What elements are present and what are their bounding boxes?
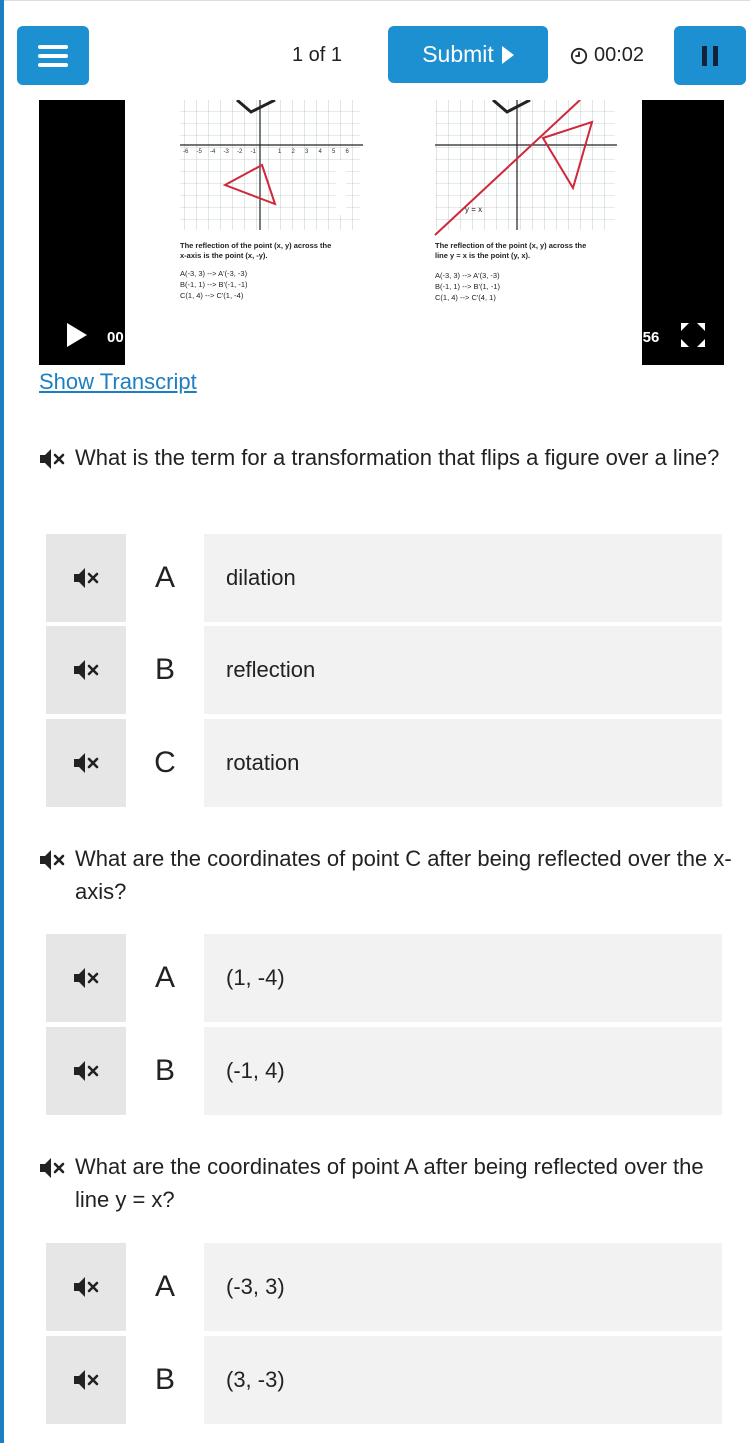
question-audio-button[interactable] [38,849,66,871]
axis-tick-label: -1 [251,149,257,155]
choice-answer-text: (-1, 4) [226,1058,285,1083]
question-text: What are the coordinates of point A afte… [75,1154,704,1212]
choice-letter: A [126,1243,204,1331]
right-caption-2: line y = x is the point (y, x). [435,251,530,260]
answer-choice[interactable]: Breflection [46,626,722,714]
page-count: 1 of 1 [292,44,343,66]
right-rule-1: A(-3, 3) --> A'(3, -3) [435,271,500,280]
answer-choice[interactable]: B (-1, 4) [46,1027,722,1115]
mute-icon [40,850,65,870]
mute-icon [40,449,65,469]
play-arrow-icon [501,45,514,64]
question-prompt: What are the coordinates of point C afte… [38,842,738,908]
answer-choice[interactable]: Crotation [46,719,722,807]
menu-button[interactable] [17,26,89,85]
question-prompt: What are the coordinates of point A afte… [38,1150,738,1216]
question-prompt: What is the term for a transformation th… [38,441,738,474]
choice-audio-button[interactable] [46,626,126,714]
choice-audio-button[interactable] [46,1243,126,1331]
choice-answer-text: rotation [226,750,300,775]
right-rule-3: C(1, 4) --> C'(4, 1) [435,293,496,302]
mute-icon [74,753,99,773]
left-rule-2: B(-1, 1) --> B'(-1, -1) [180,280,248,289]
video-slide: -6 -5 -4 -3 -2 -1 1 2 3 4 5 6 The reflection of the… [125,100,642,365]
pause-icon [702,45,707,66]
play-icon[interactable] [67,323,87,347]
submit-button[interactable]: Submit [388,26,548,83]
answer-choice[interactable]: A (-3, 3) [46,1243,722,1331]
mute-icon [74,1061,99,1081]
choice-letter: B [126,1336,204,1424]
axis-tick-label: -2 [237,149,243,155]
timer: 00:02 [570,44,644,67]
header-toolbar: 1 of 1 Submit 00:02 [0,0,750,100]
reflection-slide-image: -6 -5 -4 -3 -2 -1 1 2 3 4 5 6 The reflection of the… [180,100,617,302]
axis-tick-label: -6 [183,149,189,155]
clock-icon [570,47,588,64]
question-audio-button[interactable] [38,448,66,470]
left-caption-1: The reflection of the point (x, y) acros… [180,241,331,250]
left-rule-1: A(-3, 3) --> A'(-3, -3) [180,269,248,278]
line-label: y = x [465,205,482,214]
answer-choice[interactable]: B (3, -3) [46,1336,722,1424]
hamburger-icon [38,44,68,67]
mute-icon [74,660,99,680]
current-time: 00:00 [107,329,146,346]
right-caption-1: The reflection of the point (x, y) acros… [435,241,586,250]
left-rule-3: C(1, 4) --> C'(1, -4) [180,291,244,300]
show-transcript-link[interactable]: Show Transcript [39,369,197,395]
axis-tick-label: -5 [197,149,203,155]
choice-letter: A [126,934,204,1022]
question-text: What are the coordinates of point C afte… [75,846,732,904]
choice-audio-button[interactable] [46,1027,126,1115]
choice-audio-button[interactable] [46,534,126,622]
choice-answer-text: reflection [226,657,316,682]
left-accent-rail [0,0,4,1443]
answer-choice[interactable]: Adilation [46,534,722,622]
choice-audio-button[interactable] [46,719,126,807]
choice-answer-text: (3, -3) [226,1367,285,1392]
choice-letter: B [126,626,204,714]
video-player[interactable]: -6 -5 -4 -3 -2 -1 1 2 3 4 5 6 The reflection of the… [39,100,724,365]
mute-icon [74,568,99,588]
seek-bar[interactable] [174,334,614,340]
choice-answer-text: dilation [226,565,296,590]
question-audio-button[interactable] [38,1157,66,1179]
mute-icon [74,1277,99,1297]
left-caption-2: x-axis is the point (x, -y). [180,251,268,260]
choice-audio-button[interactable] [46,934,126,1022]
left-grid [180,100,360,230]
choice-answer-text: (1, -4) [226,965,285,990]
choice-letter: C [126,719,204,807]
choice-letter: B [126,1027,204,1115]
right-rule-2: B(-1, 1) --> B'(1, -1) [435,282,500,291]
axis-tick-label: -4 [210,149,216,155]
duration: 01:56 [621,329,660,346]
question-text: What is the term for a transformation th… [75,445,720,470]
submit-label: Submit [422,41,494,67]
mute-icon [40,1158,65,1178]
answer-choice[interactable]: A (1, -4) [46,934,722,1022]
timer-value: 00:02 [594,44,645,66]
mute-icon [74,1370,99,1390]
choice-audio-button[interactable] [46,1336,126,1424]
fullscreen-icon[interactable] [680,322,706,348]
choice-answer-text: (-3, 3) [226,1274,285,1299]
choice-letter: A [126,534,204,622]
pause-button[interactable] [674,26,746,85]
axis-tick-label: -3 [224,149,230,155]
mute-icon [74,968,99,988]
